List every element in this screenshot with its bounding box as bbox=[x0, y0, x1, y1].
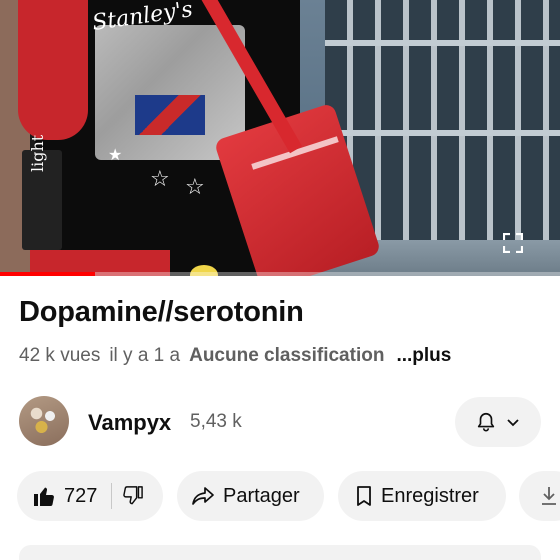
video-frame-star: ☆ bbox=[150, 166, 170, 191]
fullscreen-icon bbox=[503, 233, 523, 253]
video-frame-flag bbox=[135, 95, 205, 135]
more-link[interactable]: ...plus bbox=[396, 345, 451, 367]
video-frame-window-rail bbox=[325, 130, 560, 136]
like-divider bbox=[111, 483, 113, 509]
upload-age: il y a 1 a bbox=[109, 345, 181, 366]
classification-label: Aucune classification bbox=[189, 345, 385, 366]
save-label: Enregistrer bbox=[381, 484, 479, 507]
comments-preview[interactable] bbox=[19, 545, 541, 560]
channel-avatar[interactable] bbox=[19, 396, 69, 446]
video-frame-star: ★ bbox=[108, 147, 123, 164]
download-button[interactable] bbox=[519, 471, 560, 521]
video-frame-book-text: light bbox=[28, 134, 47, 172]
video-metadata[interactable]: 42 k vues il y a 1 a Aucune classificati… bbox=[19, 345, 460, 367]
share-label: Partager bbox=[223, 484, 300, 507]
view-count: 42 k vues bbox=[19, 345, 101, 366]
like-dislike-group: 727 bbox=[17, 471, 163, 521]
bookmark-icon bbox=[357, 486, 371, 506]
share-icon bbox=[192, 487, 214, 505]
thumbs-up-icon[interactable] bbox=[32, 485, 56, 507]
progress-bar[interactable] bbox=[0, 272, 560, 276]
save-button[interactable]: Enregistrer bbox=[338, 471, 506, 521]
thumbs-down-icon[interactable] bbox=[122, 486, 144, 506]
video-frame-window-rail bbox=[325, 40, 560, 46]
like-count[interactable]: 727 bbox=[64, 485, 97, 508]
bell-icon bbox=[477, 412, 495, 432]
notification-button[interactable] bbox=[455, 397, 541, 447]
download-icon bbox=[542, 487, 556, 505]
fullscreen-button[interactable] bbox=[503, 233, 523, 253]
chevron-down-icon bbox=[507, 419, 519, 427]
video-frame-star: ☆ bbox=[185, 174, 205, 199]
video-player[interactable]: Stanley's ☆ ☆ ★ light bbox=[0, 0, 560, 276]
channel-name[interactable]: Vampyx bbox=[88, 410, 171, 436]
progress-bar-fill bbox=[0, 272, 96, 276]
video-frame-sleeve bbox=[18, 0, 88, 140]
subscriber-count: 5,43 k bbox=[190, 411, 242, 432]
video-title: Dopamine//serotonin bbox=[19, 296, 304, 328]
share-button[interactable]: Partager bbox=[177, 471, 324, 521]
